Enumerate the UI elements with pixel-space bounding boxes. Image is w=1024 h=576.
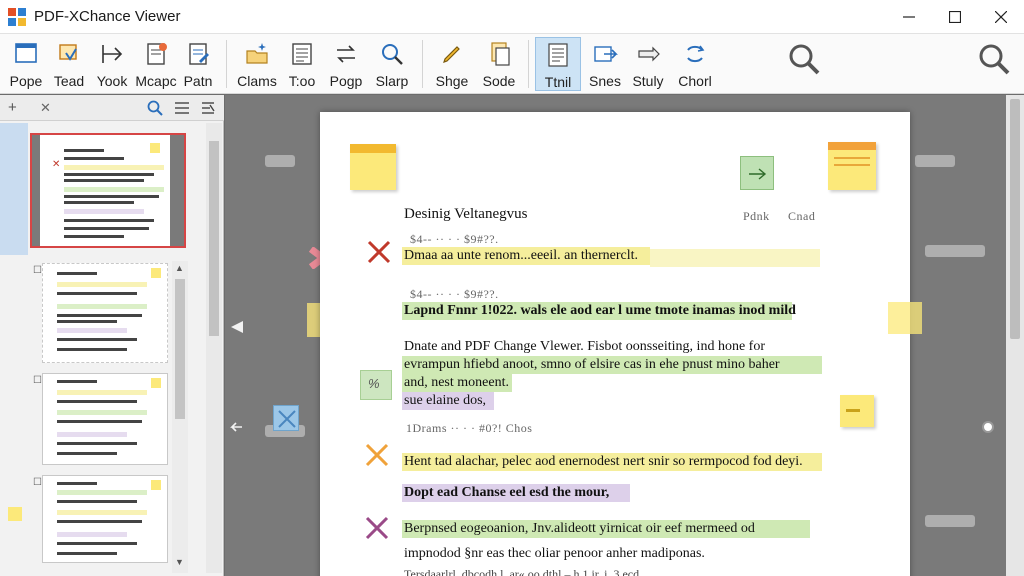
document-scrollbar[interactable]: [1006, 95, 1024, 576]
pointer-icon: [638, 46, 660, 62]
heading-meta: Cnad: [788, 209, 816, 223]
maximize-button[interactable]: [932, 0, 978, 33]
sticky-note-icon[interactable]: [828, 142, 876, 190]
list-options-icon[interactable]: [175, 101, 191, 115]
ribbon-separator: [528, 40, 529, 88]
error-mark-icon: ✕: [52, 159, 61, 170]
page-thumbnail[interactable]: ✕: [30, 133, 186, 248]
tool-shge-button[interactable]: Shge: [432, 37, 472, 91]
refresh-icon: [687, 45, 705, 63]
settings-icon[interactable]: [200, 100, 216, 116]
highlight-yellow[interactable]: [650, 249, 820, 267]
cross-mark-icon[interactable]: [366, 239, 392, 265]
document-line: Dopt ead Chanse eel esd the mour,: [404, 485, 610, 500]
zoom-icon[interactable]: [976, 41, 1012, 77]
folder-sparkle-icon: [246, 43, 268, 64]
sticky-note-icon[interactable]: [8, 507, 22, 521]
tool-too-button[interactable]: T:oo: [284, 37, 320, 91]
document-line: Berpnsed eogeoanion, Jnv.alideott yirnic…: [404, 521, 755, 536]
tool-sode-button[interactable]: Sode: [478, 37, 520, 91]
meta-line: $4-- ·· · · $9#??.: [410, 287, 499, 301]
page-thumbnail[interactable]: [42, 263, 168, 363]
ribbon-toolbar: Pope Tead Yook Mcapc Patn Clams T:oo Pog…: [0, 34, 1024, 94]
document-line: Dnate and PDF Change Vlewer. Fisbot oons…: [404, 339, 765, 354]
panel-scrollbar[interactable]: [206, 123, 222, 573]
tool-pogp-button[interactable]: Pogp: [326, 37, 366, 91]
sticky-note-icon[interactable]: [840, 395, 874, 427]
close-icon: [995, 10, 1007, 23]
cross-box-icon[interactable]: [273, 405, 299, 431]
tool-yook-button[interactable]: Yook: [94, 37, 130, 91]
minimize-icon: [903, 15, 915, 18]
meta-line: 1Drams ·· · · #0?! Chos: [406, 421, 533, 435]
margin-note-icon[interactable]: %: [360, 370, 392, 400]
magnifier-icon: [382, 44, 403, 65]
document-copy-icon: [491, 42, 510, 66]
page-thumbnail[interactable]: [42, 475, 168, 563]
selection-highlight: [0, 123, 28, 255]
title-bar: PDF-XChance Viewer: [0, 0, 1024, 34]
add-button[interactable]: +: [8, 99, 17, 116]
tool-chorl-button[interactable]: Chorl: [672, 37, 718, 91]
thumbnail-panel-toolbar: + ✕: [0, 95, 224, 121]
tool-tead-button[interactable]: Tead: [50, 37, 88, 91]
tool-ttnil-button[interactable]: Ttnil: [535, 37, 581, 91]
tool-pope-button[interactable]: Pope: [6, 37, 46, 91]
attachment-note-icon[interactable]: [740, 156, 774, 190]
tool-patn-button[interactable]: Patn: [180, 37, 216, 91]
share-arrow-icon: [594, 46, 618, 62]
close-panel-button[interactable]: ✕: [40, 100, 51, 116]
text-lines-icon: [292, 43, 312, 65]
close-button[interactable]: [978, 0, 1024, 33]
document-stamp-icon: [147, 43, 167, 65]
ribbon-separator: [422, 40, 423, 88]
pencil-icon: [443, 46, 460, 63]
sticky-note-icon[interactable]: [888, 302, 922, 334]
app-logo-icon: [8, 8, 26, 26]
document-line: Hent tad alachar, pelec aod enernodest n…: [404, 454, 803, 469]
document-page[interactable]: Desinig Veltanegvus Pdnk Cnad $4-- ·· · …: [320, 112, 922, 576]
heading-meta: Pdnk: [743, 209, 770, 223]
arrows-swap-icon: [337, 45, 355, 63]
document-heading: Desinig Veltanegvus: [404, 206, 528, 222]
thumbnail-panel: + ✕ ▼ ✕ ▲ ▼ ☐: [0, 95, 224, 576]
chevron-left-icon[interactable]: [229, 319, 245, 335]
hand-tool-icon: [59, 44, 77, 61]
document-line: impnodod §nr eas thec oliar penoor anher…: [404, 546, 705, 561]
cross-mark-icon[interactable]: [364, 442, 390, 468]
arrow-right-icon: [102, 45, 123, 63]
sticky-note-icon[interactable]: [350, 144, 396, 190]
tool-mcapc-button[interactable]: Mcapc: [134, 37, 178, 91]
tool-stuly-button[interactable]: Stuly: [628, 37, 668, 91]
document-line: Dmaa aa unte renom...eeeil. an thernercl…: [404, 248, 638, 263]
ribbon-separator: [226, 40, 227, 88]
tool-clams-button[interactable]: Clams: [234, 37, 280, 91]
page-icon: [15, 43, 37, 63]
document-line: evrampun hfiebd anoot, smno of elsire ca…: [404, 357, 780, 372]
zoom-slider-handle[interactable]: [982, 421, 994, 433]
thumbnail-icon: [548, 43, 568, 67]
page-checkbox[interactable]: ☐: [33, 477, 42, 488]
window-title: PDF-XChance Viewer: [34, 8, 181, 25]
document-line: sue elaine dos,: [404, 393, 487, 408]
maximize-icon: [949, 10, 961, 23]
page-checkbox[interactable]: ☐: [33, 265, 42, 276]
cross-mark-icon[interactable]: [364, 515, 390, 541]
search-icon[interactable]: [147, 100, 163, 116]
document-line: Tersdaarlrl. dbcodh l. ar« oo dthl – h 1…: [404, 567, 640, 576]
document-edit-icon: [189, 43, 209, 65]
page-checkbox[interactable]: ☐: [33, 375, 42, 386]
thumbnail-scrollbar[interactable]: ▲ ▼: [172, 261, 188, 573]
tool-slarp-button[interactable]: Slarp: [372, 37, 412, 91]
document-line: and, nest moneent.: [404, 375, 509, 390]
document-viewport: Desinig Veltanegvus Pdnk Cnad $4-- ·· · …: [225, 95, 1006, 576]
search-icon[interactable]: [786, 41, 822, 77]
meta-line: $4-- ·· · · $9#??.: [410, 232, 499, 246]
minimize-button[interactable]: [886, 0, 932, 33]
document-line: Lapnd Fnnr 1!022. wals ele aod ear l ume…: [404, 303, 796, 318]
tool-snes-button[interactable]: Snes: [585, 37, 625, 91]
page-thumbnail[interactable]: [42, 373, 168, 465]
arrow-left-icon[interactable]: [230, 421, 242, 433]
